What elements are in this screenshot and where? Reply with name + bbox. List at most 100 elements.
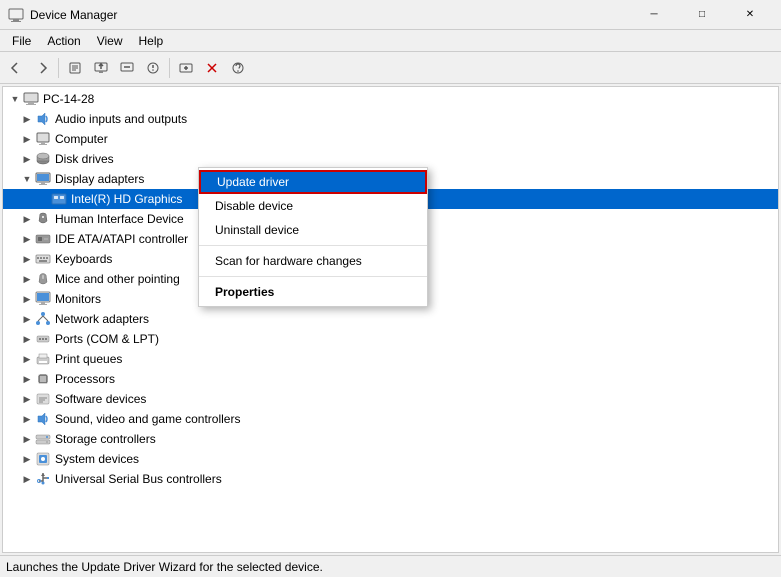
display-icon [35, 171, 51, 187]
sound-icon [35, 411, 51, 427]
expand-disk[interactable]: ▶ [19, 151, 35, 167]
expand-root[interactable]: ▼ [7, 91, 23, 107]
expand-ide[interactable]: ▶ [19, 231, 35, 247]
remove-button[interactable] [200, 56, 224, 80]
back-button[interactable] [4, 56, 28, 80]
window-controls: ─ □ ✕ [631, 0, 773, 30]
tree-item-ports[interactable]: ▶ Ports (COM & LPT) [3, 329, 778, 349]
tree-item-computer[interactable]: ▶ Computer [3, 129, 778, 149]
expand-keyboard[interactable]: ▶ [19, 251, 35, 267]
expand-processors[interactable]: ▶ [19, 371, 35, 387]
expand-hid[interactable]: ▶ [19, 211, 35, 227]
disable-button[interactable] [115, 56, 139, 80]
properties-button[interactable] [63, 56, 87, 80]
title-bar: Device Manager ─ □ ✕ [0, 0, 781, 30]
tree-item-disk-label: Disk drives [55, 152, 114, 166]
expand-storage[interactable]: ▶ [19, 431, 35, 447]
tree-item-ports-label: Ports (COM & LPT) [55, 332, 159, 346]
usb-icon [35, 471, 51, 487]
hid-icon [35, 211, 51, 227]
audio-icon [35, 111, 51, 127]
expand-computer[interactable]: ▶ [19, 131, 35, 147]
status-text: Launches the Update Driver Wizard for th… [6, 560, 323, 574]
context-menu-update-driver[interactable]: Update driver [199, 170, 427, 194]
expand-print[interactable]: ▶ [19, 351, 35, 367]
tree-item-keyboard-label: Keyboards [55, 252, 112, 266]
forward-button[interactable] [30, 56, 54, 80]
menu-file[interactable]: File [4, 32, 39, 50]
status-bar: Launches the Update Driver Wizard for th… [0, 555, 781, 577]
toolbar [0, 52, 781, 84]
tree-item-software-label: Software devices [55, 392, 146, 406]
context-menu-sep-1 [199, 245, 427, 246]
tree-item-mice-label: Mice and other pointing [55, 272, 180, 286]
context-menu-uninstall-device[interactable]: Uninstall device [199, 218, 427, 242]
tree-item-sound[interactable]: ▶ Sound, video and game controllers [3, 409, 778, 429]
menu-view[interactable]: View [89, 32, 131, 50]
network-icon [35, 311, 51, 327]
context-menu-properties[interactable]: Properties [199, 280, 427, 304]
expand-monitors[interactable]: ▶ [19, 291, 35, 307]
menu-action[interactable]: Action [39, 32, 88, 50]
menu-help[interactable]: Help [131, 32, 172, 50]
tree-item-processors[interactable]: ▶ Processors [3, 369, 778, 389]
add-device-button[interactable] [174, 56, 198, 80]
tree-item-usb[interactable]: ▶ Universal Serial Bus controllers [3, 469, 778, 489]
window-title: Device Manager [30, 8, 631, 22]
expand-ports[interactable]: ▶ [19, 331, 35, 347]
expand-mice[interactable]: ▶ [19, 271, 35, 287]
gpu-icon [51, 191, 67, 207]
system-icon [35, 451, 51, 467]
close-button[interactable]: ✕ [727, 0, 773, 30]
scan-hardware-button[interactable] [141, 56, 165, 80]
tree-item-system-label: System devices [55, 452, 139, 466]
tree-item-sound-label: Sound, video and game controllers [55, 412, 240, 426]
tree-item-network-label: Network adapters [55, 312, 149, 326]
tree-item-print[interactable]: ▶ Print queues [3, 349, 778, 369]
tree-item-intel-gpu-label: Intel(R) HD Graphics [71, 192, 182, 206]
tree-item-computer-label: Computer [55, 132, 108, 146]
context-menu: Update driver Disable device Uninstall d… [198, 167, 428, 307]
add-legacy-button[interactable] [226, 56, 250, 80]
tree-view[interactable]: ▼ PC-14-28 ▶ Audio inputs and outputs [3, 87, 778, 552]
keyboard-icon [35, 251, 51, 267]
menu-bar: File Action View Help [0, 30, 781, 52]
tree-item-system[interactable]: ▶ System devices [3, 449, 778, 469]
processor-icon [35, 371, 51, 387]
update-driver-button[interactable] [89, 56, 113, 80]
tree-item-monitors-label: Monitors [55, 292, 101, 306]
monitor-icon [35, 291, 51, 307]
app-icon [8, 7, 24, 23]
tree-item-disk[interactable]: ▶ Disk drives [3, 149, 778, 169]
computer-icon [23, 91, 39, 107]
print-icon [35, 351, 51, 367]
software-icon [35, 391, 51, 407]
expand-network[interactable]: ▶ [19, 311, 35, 327]
ide-icon [35, 231, 51, 247]
tree-item-display-label: Display adapters [55, 172, 144, 186]
expand-system[interactable]: ▶ [19, 451, 35, 467]
context-menu-scan-hardware[interactable]: Scan for hardware changes [199, 249, 427, 273]
ports-icon [35, 331, 51, 347]
tree-item-storage-label: Storage controllers [55, 432, 156, 446]
context-menu-disable-device[interactable]: Disable device [199, 194, 427, 218]
minimize-button[interactable]: ─ [631, 0, 677, 30]
tree-item-print-label: Print queues [55, 352, 122, 366]
tree-item-storage[interactable]: ▶ Storage controllers [3, 429, 778, 449]
tree-item-usb-label: Universal Serial Bus controllers [55, 472, 222, 486]
expand-software[interactable]: ▶ [19, 391, 35, 407]
mice-icon [35, 271, 51, 287]
expand-display[interactable]: ▼ [19, 171, 35, 187]
expand-audio[interactable]: ▶ [19, 111, 35, 127]
tree-root-label: PC-14-28 [43, 92, 94, 106]
toolbar-separator-2 [169, 58, 170, 78]
tree-item-software[interactable]: ▶ Software devices [3, 389, 778, 409]
expand-intel-gpu [35, 191, 51, 207]
disk-icon [35, 151, 51, 167]
maximize-button[interactable]: □ [679, 0, 725, 30]
tree-root[interactable]: ▼ PC-14-28 [3, 89, 778, 109]
expand-sound[interactable]: ▶ [19, 411, 35, 427]
tree-item-audio[interactable]: ▶ Audio inputs and outputs [3, 109, 778, 129]
tree-item-network[interactable]: ▶ Network adapters [3, 309, 778, 329]
expand-usb[interactable]: ▶ [19, 471, 35, 487]
